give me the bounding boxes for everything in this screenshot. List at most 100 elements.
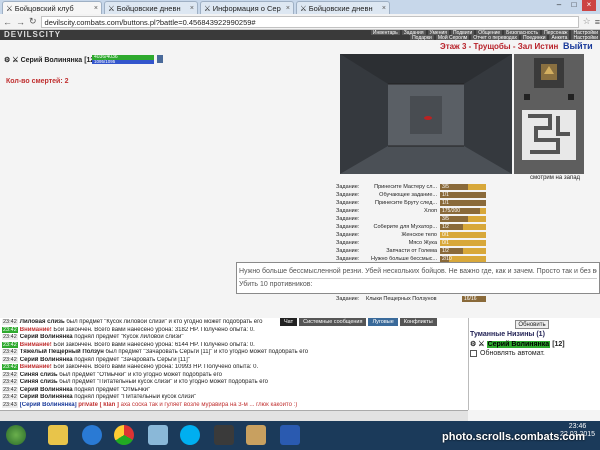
watermark: photo.scrolls.combats.com: [442, 431, 586, 443]
swords-icon: ⚔: [204, 3, 211, 13]
task-row[interactable]: Задание: 3/5: [336, 215, 502, 223]
menu-item[interactable]: Поединки: [520, 35, 548, 41]
app-icon[interactable]: [148, 425, 168, 445]
tab-label: Информация о Сер: [212, 3, 281, 13]
menu-item[interactable]: Мой Серолм: [435, 35, 470, 41]
close-icon[interactable]: ×: [286, 5, 290, 12]
task-row[interactable]: Задание: Хлоп 175/200: [336, 207, 502, 215]
info-icon[interactable]: [157, 55, 163, 63]
exit-link[interactable]: Выйти: [563, 41, 593, 51]
chat-message: 23:42 Синяя слизь был предмет "Отмычки" и…: [2, 371, 466, 380]
reload-icon[interactable]: ↻: [29, 16, 37, 27]
swords-icon: ⚔: [478, 341, 485, 348]
chat-text: был предмет "Отмычки" и кто угодно может…: [57, 371, 223, 378]
task-progress-bar: 3/5: [440, 216, 486, 222]
window-close-icon[interactable]: ×: [582, 0, 596, 11]
task-progress-text: 175/200: [442, 208, 461, 214]
tab-label: Бойцовские дневн: [308, 3, 373, 13]
chat-name[interactable]: Серий Волинянка: [20, 357, 73, 363]
room-player-name[interactable]: Серий Волинянка: [486, 340, 551, 348]
browser-tab-0[interactable]: ⚔ Бойцовский клуб ×: [2, 1, 102, 14]
tab-label: Бойцовский клуб: [14, 3, 74, 13]
auto-refresh-checkbox[interactable]: [470, 350, 477, 357]
chat-name[interactable]: Синяя слизь: [20, 372, 58, 378]
chat-message: 23:42 Тяжелый Пещерный Ползун был предмет…: [2, 349, 466, 357]
chat-message: 23:42 Серий Волинянка поднял предмет "Пит…: [2, 394, 466, 402]
task-progress-text: 3/5: [442, 184, 449, 190]
chrome-icon[interactable]: [114, 425, 134, 445]
chat-name[interactable]: Серий Волинянка: [20, 394, 73, 400]
url-field[interactable]: devilscity.combats.com/buttons.pl?battle…: [40, 15, 579, 28]
room-player[interactable]: ⚙ ⚔ Серий Волинянка [12]: [470, 340, 565, 348]
task-row[interactable]: Задание: Принесите Мастеру сл... 3/5: [336, 183, 502, 191]
chat-name[interactable]: Лиловая слизь: [20, 319, 65, 325]
player-name[interactable]: Серий Волинянка: [21, 57, 83, 64]
tab-meadow[interactable]: Луговые: [368, 318, 398, 326]
app-icon[interactable]: [214, 425, 234, 445]
menu-item[interactable]: Анкета: [549, 35, 570, 41]
task-progress-bar: 16/16: [462, 296, 486, 302]
task-tooltip: Нужно больше бессмысленной резни. Убей н…: [236, 262, 600, 294]
game-logo: DEVILSCITY: [4, 30, 62, 39]
close-icon[interactable]: ×: [190, 5, 194, 12]
chat-warning: Внимание!: [19, 326, 52, 333]
chat-name[interactable]: Синяя слизь: [20, 379, 58, 385]
word-icon[interactable]: [280, 425, 300, 445]
task-label: Задание:: [336, 296, 360, 302]
forward-icon[interactable]: →: [16, 17, 25, 27]
chat-time: 23:42: [2, 349, 18, 355]
browser-tab-3[interactable]: ⚔ Бойцовские дневн ×: [296, 1, 390, 14]
app-icon[interactable]: [246, 425, 266, 445]
task-progress-text: 3/5: [442, 216, 449, 222]
task-row[interactable]: Задание: Обучающее задание... 1/1: [336, 191, 502, 199]
skype-icon[interactable]: [180, 425, 200, 445]
close-icon[interactable]: ×: [382, 5, 386, 12]
menu-item[interactable]: Подарки: [410, 35, 434, 41]
task-row[interactable]: Задание: Принесите Бруту след... 1/1: [336, 199, 502, 207]
explorer-icon[interactable]: [48, 425, 68, 445]
chat-name[interactable]: Серий Волинянка: [20, 334, 73, 340]
task-name: Клыки Пещерных Ползунов: [366, 296, 437, 302]
task-label: Задание:: [336, 200, 360, 206]
tab-system[interactable]: Системные сообщения: [299, 318, 367, 326]
task-row[interactable]: Задание: Запчасти от Голема 1/2: [336, 247, 502, 255]
minimize-icon[interactable]: –: [552, 0, 566, 11]
start-icon[interactable]: [6, 425, 26, 445]
ie-icon[interactable]: [82, 425, 102, 445]
back-icon[interactable]: ←: [3, 17, 12, 27]
chat-text: Бой закончен. Всего вами нанесено урона:…: [51, 326, 255, 333]
chat-time: 23:42: [2, 334, 18, 340]
swords-icon: ⚔: [300, 3, 307, 13]
menu-item[interactable]: Инвентарь: [370, 30, 400, 36]
task-progress-bar: 0/1: [440, 240, 486, 246]
task-row[interactable]: Задание: Мясо Жука 0/1: [336, 239, 502, 247]
chat-input-bar[interactable]: [0, 410, 468, 421]
dungeon-view[interactable]: [340, 54, 512, 174]
chat-name[interactable]: [Серий Волинянка]: [20, 402, 77, 408]
minimap[interactable]: [514, 54, 584, 174]
maximize-icon[interactable]: □: [567, 0, 581, 11]
menu-icon[interactable]: ≡: [595, 17, 600, 27]
menu-item[interactable]: Отчет о переводах: [471, 35, 519, 41]
chat-name[interactable]: Тяжелый Пещерный Ползун: [20, 349, 104, 355]
task-progress-text: 0/1: [442, 240, 449, 246]
browser-tab-1[interactable]: ⚔ Бойцовские дневн ×: [104, 1, 198, 14]
chat-name[interactable]: Серий Волинянка: [20, 387, 73, 393]
task-label: Задание:: [336, 192, 360, 198]
task-row[interactable]: Задание: Соберите для Мухатор... 1/2: [336, 223, 502, 231]
tab-conflicts[interactable]: Конфликты: [399, 318, 437, 326]
chat-text: был предмет "Кусок лиловой слизи" и кто …: [64, 319, 263, 325]
clan-emblem-icon: ⚙: [4, 57, 11, 64]
chat-warning: Внимание!: [19, 341, 52, 348]
refresh-button[interactable]: Обновить: [515, 320, 549, 329]
task-row-last[interactable]: Задание: Клыки Пещерных Ползунов 16/16: [336, 295, 502, 303]
tab-chat[interactable]: Чат: [280, 318, 298, 326]
menu-item[interactable]: Настройки: [571, 35, 600, 41]
close-icon[interactable]: ×: [94, 5, 98, 12]
task-row[interactable]: Задание: Женское тело 0/1: [336, 231, 502, 239]
auto-refresh-toggle[interactable]: Обновлять автомат.: [470, 350, 545, 357]
task-name: Мясо Жука: [408, 240, 437, 246]
mp-bar: 1095/1095: [92, 59, 154, 64]
browser-tab-2[interactable]: ⚔ Информация о Сер ×: [200, 1, 294, 14]
bookmark-star-icon[interactable]: ☆: [583, 16, 591, 27]
